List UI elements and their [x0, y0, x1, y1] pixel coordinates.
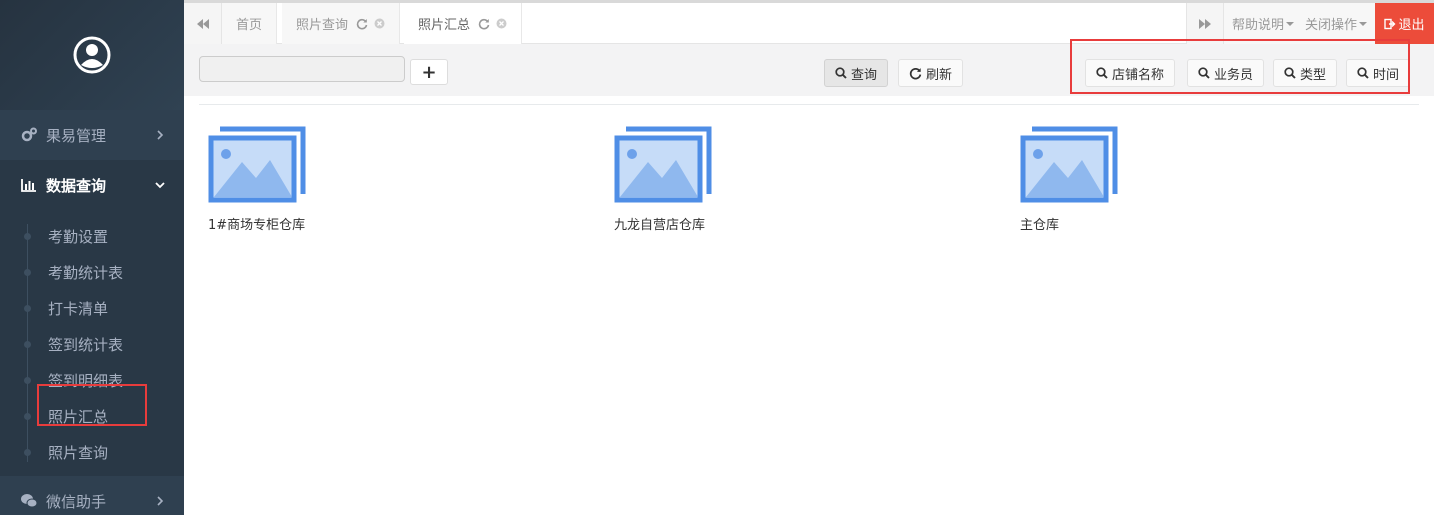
query-label: 查询	[851, 67, 878, 83]
search-icon	[835, 67, 847, 79]
logout-label: 退出	[1398, 18, 1425, 33]
help-dropdown[interactable]: 帮助说明	[1224, 3, 1303, 44]
sub-item-punch-list[interactable]: 打卡清单	[0, 290, 184, 326]
tab-bar: 首页 照片查询 照片汇总 帮助说明 关闭操作 退出	[184, 0, 1434, 44]
search-input[interactable]	[199, 56, 405, 82]
sub-item-checkin-detail[interactable]: 签到明细表	[0, 362, 184, 398]
add-button[interactable]: +	[410, 59, 448, 85]
chevron-down-icon	[155, 182, 165, 189]
close-circle-icon[interactable]	[374, 18, 385, 29]
filter-store-name-button[interactable]: 店铺名称	[1085, 59, 1176, 87]
refresh-icon	[909, 67, 922, 80]
menu-item-guoyi[interactable]: 果易管理	[0, 110, 184, 160]
filter-salesman-button[interactable]: 业务员	[1187, 59, 1265, 87]
sub-item-checkin-stats[interactable]: 签到统计表	[0, 326, 184, 362]
menu-item-label: 果易管理	[46, 126, 107, 145]
chevron-right-icon	[157, 130, 164, 140]
tab-home[interactable]: 首页	[222, 3, 278, 44]
content-divider	[199, 104, 1419, 105]
filter-label: 业务员	[1214, 67, 1254, 83]
photo-folder-card[interactable]: 1#商场专柜仓库	[208, 126, 408, 233]
menu-item-label: 数据查询	[46, 176, 107, 195]
help-label: 帮助说明	[1232, 18, 1285, 33]
query-button[interactable]: 查询	[824, 59, 889, 87]
sign-out-icon	[1384, 18, 1396, 29]
search-icon	[1198, 67, 1210, 79]
menu-item-data-query[interactable]: 数据查询	[0, 160, 184, 210]
tab-photo-query[interactable]: 照片查询	[282, 3, 401, 44]
photo-folder-card[interactable]: 主仓库	[1020, 126, 1220, 233]
search-icon	[1357, 67, 1369, 79]
close-ops-label: 关闭操作	[1305, 18, 1358, 33]
refresh-icon[interactable]	[478, 18, 490, 30]
tab-photo-summary[interactable]: 照片汇总	[404, 3, 523, 44]
image-gallery-icon	[208, 126, 306, 203]
tab-scroll-right-button[interactable]	[1186, 3, 1224, 44]
menu-item-wechat-assistant[interactable]: 微信助手	[0, 476, 184, 515]
sub-item-photo-query[interactable]: 照片查询	[0, 434, 184, 470]
tab-label: 首页	[236, 18, 263, 33]
sidebar-header	[0, 0, 184, 110]
double-chevron-left-icon	[196, 18, 209, 29]
filter-label: 时间	[1373, 67, 1400, 83]
bar-chart-icon	[20, 176, 38, 194]
sub-item-attendance-stats[interactable]: 考勤统计表	[0, 254, 184, 290]
refresh-label: 刷新	[926, 67, 953, 83]
card-label: 九龙自营店仓库	[614, 218, 706, 233]
sidebar: 果易管理 数据查询 考勤设置 考勤统计表 打卡清单 签到统计表 签到明细表 照片…	[0, 0, 184, 515]
user-avatar-icon[interactable]	[72, 35, 112, 75]
search-icon	[1284, 67, 1296, 79]
photo-folder-card[interactable]: 九龙自营店仓库	[614, 126, 814, 233]
filter-type-button[interactable]: 类型	[1273, 59, 1338, 87]
image-gallery-icon	[614, 126, 712, 203]
toolbar: + 查询 刷新 店铺名称 业务员 类型 时间	[184, 44, 1434, 96]
tab-scroll-left-button[interactable]	[184, 3, 222, 44]
refresh-icon[interactable]	[356, 18, 368, 30]
caret-down-icon	[1359, 21, 1368, 26]
filter-time-button[interactable]: 时间	[1346, 59, 1411, 87]
menu-item-label: 微信助手	[46, 492, 107, 511]
tab-label: 照片查询	[296, 18, 349, 33]
close-ops-dropdown[interactable]: 关闭操作	[1297, 3, 1376, 44]
card-label: 1#商场专柜仓库	[208, 218, 306, 233]
image-gallery-icon	[1020, 126, 1118, 203]
card-label: 主仓库	[1020, 218, 1060, 233]
close-circle-icon[interactable]	[496, 18, 507, 29]
refresh-button[interactable]: 刷新	[898, 59, 964, 87]
logout-button[interactable]: 退出	[1375, 3, 1434, 44]
double-chevron-right-icon	[1199, 18, 1211, 29]
submenu-data-query: 考勤设置 考勤统计表 打卡清单 签到统计表 签到明细表 照片汇总 照片查询	[0, 210, 184, 476]
search-icon	[1096, 67, 1108, 79]
wechat-icon	[20, 492, 38, 510]
sub-item-photo-summary[interactable]: 照片汇总	[0, 398, 184, 434]
chevron-right-icon	[157, 496, 164, 506]
tab-label: 照片汇总	[418, 18, 471, 33]
gears-icon	[20, 126, 38, 144]
caret-down-icon	[1286, 21, 1295, 26]
filter-label: 店铺名称	[1112, 67, 1165, 83]
filter-label: 类型	[1300, 67, 1327, 83]
sub-item-attendance-settings[interactable]: 考勤设置	[0, 218, 184, 254]
